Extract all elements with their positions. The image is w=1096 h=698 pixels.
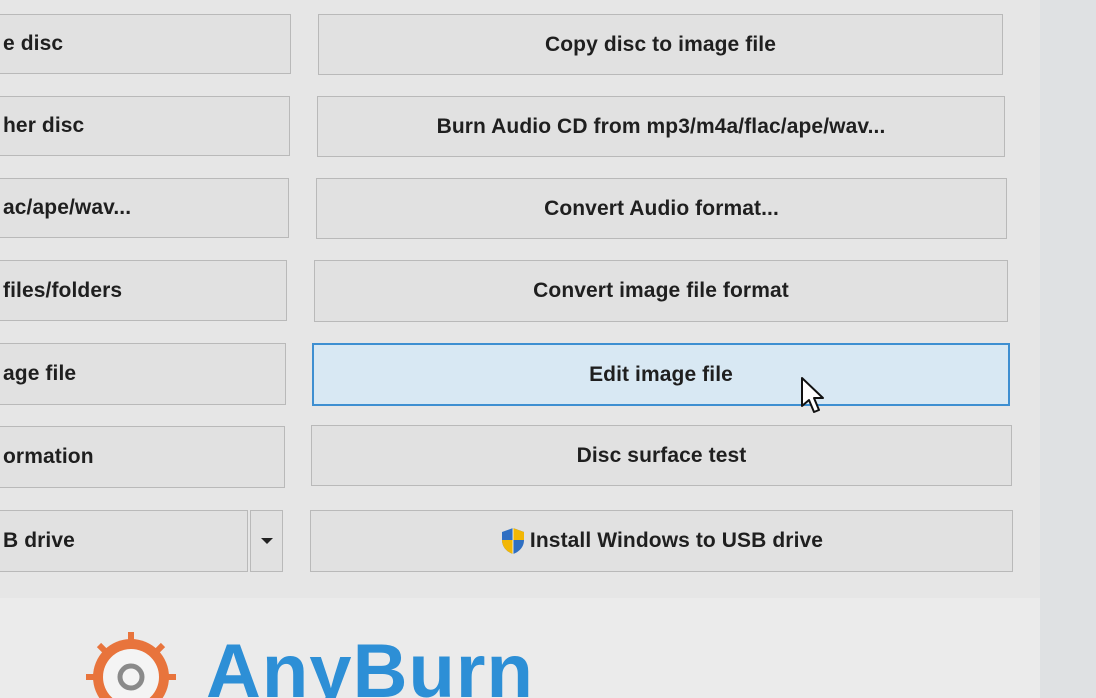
left-button-2-label: her disc	[3, 114, 85, 137]
convert-image-format-label: Convert image file format	[533, 279, 789, 302]
screen: e disc her disc ac/ape/wav... files/fold…	[0, 0, 1096, 698]
left-button-5-label: age file	[3, 362, 77, 385]
left-button-6-label: ormation	[3, 445, 94, 468]
chevron-down-icon	[260, 538, 273, 544]
left-button-3-label: ac/ape/wav...	[3, 196, 132, 219]
burning-disc-logo-icon	[86, 632, 176, 698]
install-windows-usb-label: Install Windows to USB drive	[529, 529, 824, 552]
left-button-1-label: e disc	[3, 32, 64, 55]
desktop-background	[1040, 0, 1096, 698]
copy-disc-to-image-button[interactable]: Copy disc to image file	[318, 14, 1003, 75]
edit-image-file-label: Edit image file	[589, 362, 733, 386]
install-windows-usb-button[interactable]: Install Windows to USB drive	[310, 510, 1013, 572]
convert-audio-format-label: Convert Audio format...	[544, 196, 779, 220]
left-button-6[interactable]: ormation	[0, 426, 285, 488]
usb-drive-select[interactable]: B drive	[0, 510, 248, 572]
disc-surface-test-label: Disc surface test	[576, 443, 747, 467]
left-button-4-label: files/folders	[3, 278, 123, 302]
convert-image-format-button[interactable]: Convert image file format	[314, 260, 1008, 322]
burn-audio-cd-button[interactable]: Burn Audio CD from mp3/m4a/flac/ape/wav.…	[317, 96, 1005, 157]
usb-drive-dropdown-button[interactable]	[250, 510, 283, 572]
disc-surface-test-button[interactable]: Disc surface test	[311, 425, 1012, 486]
left-button-3[interactable]: ac/ape/wav...	[0, 178, 289, 238]
anyburn-window: e disc her disc ac/ape/wav... files/fold…	[0, 0, 1040, 698]
brand-name: AnyBurn	[206, 629, 534, 698]
left-button-2[interactable]: her disc	[0, 96, 290, 156]
convert-audio-format-button[interactable]: Convert Audio format...	[316, 178, 1007, 239]
uac-shield-icon	[501, 528, 524, 554]
left-button-1[interactable]: e disc	[0, 14, 291, 74]
copy-disc-to-image-label: Copy disc to image file	[544, 32, 776, 56]
left-button-5[interactable]: age file	[0, 343, 286, 405]
edit-image-file-button[interactable]: Edit image file	[312, 343, 1010, 406]
left-button-4[interactable]: files/folders	[0, 260, 287, 321]
usb-drive-select-label: B drive	[3, 529, 75, 552]
mouse-cursor-icon	[801, 377, 824, 413]
burn-audio-cd-label: Burn Audio CD from mp3/m4a/flac/ape/wav.…	[436, 114, 886, 138]
